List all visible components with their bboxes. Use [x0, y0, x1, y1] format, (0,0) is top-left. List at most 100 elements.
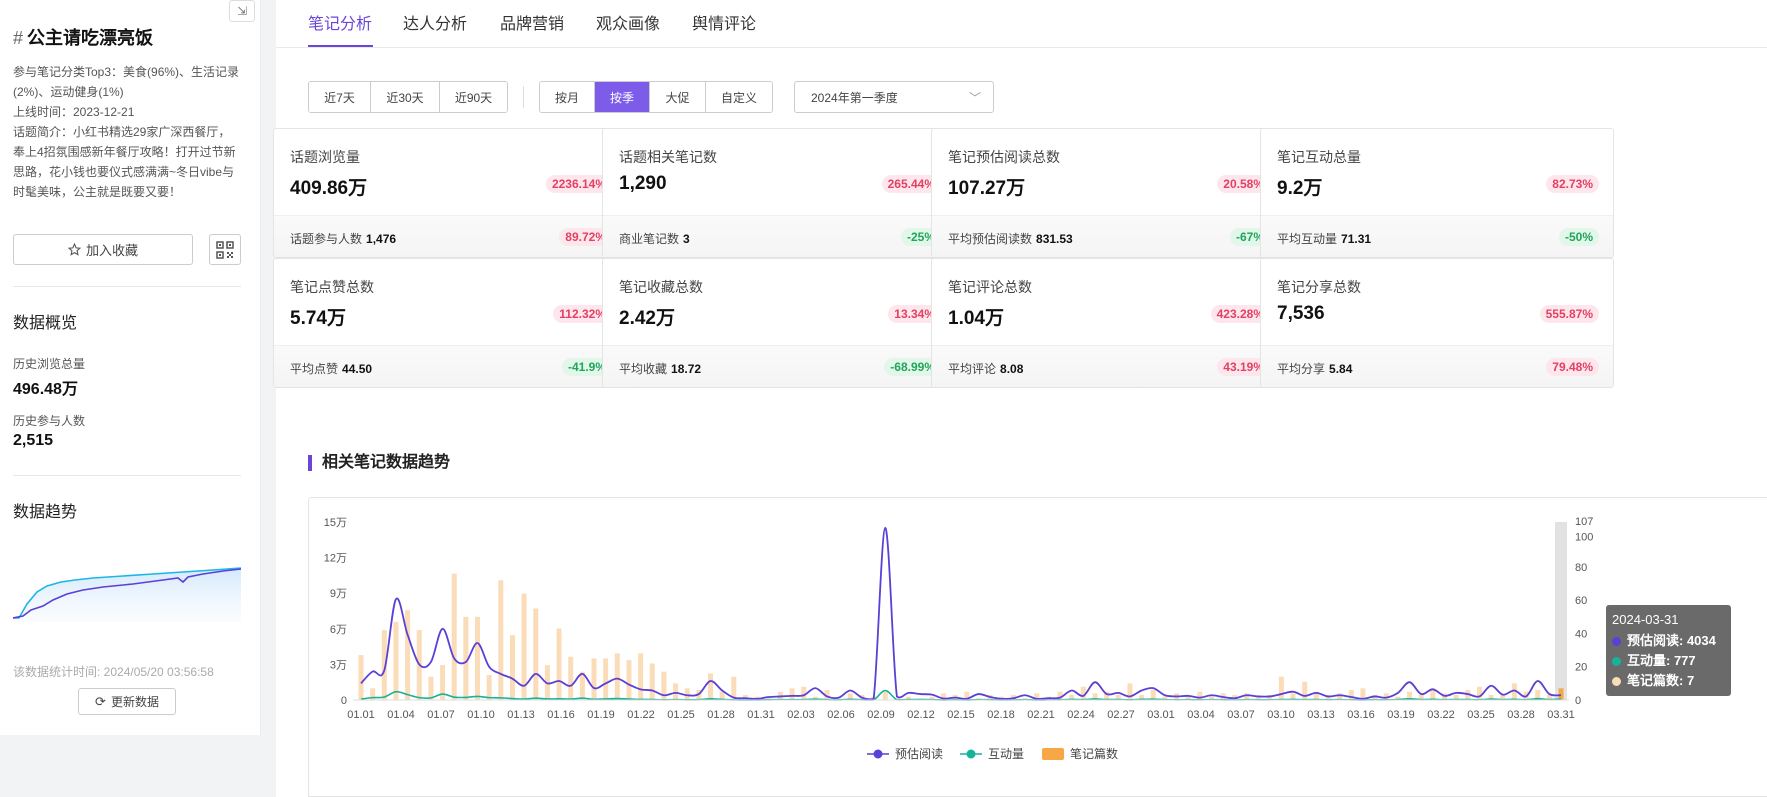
metric-sub-change-badge: -50%	[1558, 228, 1599, 246]
note-count-bar	[789, 688, 795, 700]
divider	[13, 475, 241, 476]
x-tick-label: 02.15	[947, 709, 975, 721]
metric-sub-row: 平均预估阅读数 831.53 -67%	[932, 215, 1284, 257]
metric-sub-row: 商业笔记数 3 -25%	[603, 215, 955, 257]
tooltip-interactions: 互动量: 777	[1627, 653, 1696, 668]
note-count-bar	[1197, 691, 1203, 700]
metric-sub-value: 18.72	[671, 362, 702, 376]
note-count-bar	[614, 653, 620, 700]
note-count-bar	[533, 608, 539, 700]
x-tick-label: 02.21	[1027, 709, 1055, 721]
x-tick-label: 01.25	[667, 709, 695, 721]
period-custom[interactable]: 自定义	[706, 82, 772, 112]
x-tick-label: 03.04	[1187, 709, 1215, 721]
metric-label: 笔记预估阅读总数	[948, 149, 1060, 165]
star-icon	[67, 243, 81, 256]
metric-card: 话题浏览量 409.86万 2236.14% 话题参与人数 1,476 89.72%	[273, 128, 627, 258]
y-right-tick-label: 107	[1575, 516, 1593, 528]
x-tick-label: 02.03	[787, 709, 815, 721]
metric-sub-label: 平均收藏 18.72	[619, 362, 702, 376]
metric-change-badge: 82.73%	[1546, 175, 1599, 193]
y-left-tick-label: 12万	[324, 553, 347, 565]
metric-label: 笔记分享总数	[1277, 279, 1361, 295]
collapse-button[interactable]: ⇲	[229, 0, 255, 22]
y-right-tick-label: 40	[1575, 628, 1587, 640]
metric-sub-row: 平均分享 5.84 79.48%	[1261, 345, 1613, 387]
qr-code-button[interactable]	[209, 234, 241, 265]
metric-sub-row: 平均收藏 18.72 -68.99%	[603, 345, 955, 387]
metric-sub-value: 3	[683, 232, 690, 246]
x-tick-label: 02.09	[867, 709, 895, 721]
note-count-bar	[428, 676, 434, 700]
note-count-bar	[638, 653, 644, 700]
main-panel: 笔记分析 达人分析 品牌营销 观众画像 舆情评论 近7天 近30天 近90天 按…	[273, 0, 1767, 797]
x-tick-label: 01.13	[507, 709, 535, 721]
y-left-tick-label: 0	[341, 695, 347, 707]
x-tick-label: 01.04	[387, 709, 415, 721]
range-7d[interactable]: 近7天	[309, 82, 371, 112]
legend-label: 互动量	[988, 747, 1024, 761]
note-count-bar	[498, 580, 504, 700]
metric-value: 1,290	[619, 173, 667, 194]
y-left-tick-label: 3万	[330, 659, 347, 671]
tab-bar: 笔记分析 达人分析 品牌营销 观众画像 舆情评论	[276, 0, 1767, 48]
note-count-bar	[882, 691, 888, 700]
tooltip-date: 2024-03-31	[1612, 612, 1679, 627]
legend-marker	[873, 749, 883, 759]
x-tick-label: 02.06	[827, 709, 855, 721]
metric-sub-value: 71.31	[1341, 232, 1372, 246]
metric-sub-label: 平均预估阅读数 831.53	[948, 232, 1073, 246]
notes-dot-icon	[1612, 676, 1621, 686]
collapse-icon: ⇲	[236, 4, 248, 18]
metric-change-badge: 555.87%	[1539, 305, 1599, 323]
metric-sub-value: 1,476	[366, 232, 397, 246]
tab-audience-profile[interactable]: 观众画像	[596, 10, 660, 34]
range-30d[interactable]: 近30天	[371, 82, 440, 112]
filter-separator	[523, 86, 524, 108]
period-month[interactable]: 按月	[540, 82, 595, 112]
metric-sub-label: 平均分享 5.84	[1277, 362, 1353, 376]
topic-categories: 参与笔记分类Top3：美食(96%)、生活记录(2%)、运动健身(1%)	[13, 65, 240, 99]
x-tick-label: 01.10	[467, 709, 495, 721]
tab-note-analysis[interactable]: 笔记分析	[308, 10, 372, 34]
tab-sentiment-comments[interactable]: 舆情评论	[692, 10, 756, 34]
period-quarter[interactable]: 按季	[595, 82, 650, 112]
legend-marker	[966, 749, 976, 759]
x-tick-label: 02.27	[1107, 709, 1135, 721]
metric-value: 1.04万	[948, 308, 1004, 329]
add-favorite-button[interactable]: 加入收藏	[13, 234, 193, 265]
tab-brand-marketing[interactable]: 品牌营销	[500, 10, 564, 34]
note-count-bar	[708, 673, 714, 700]
history-views-label: 历史浏览总量	[13, 357, 86, 371]
range-90d[interactable]: 近90天	[440, 82, 507, 112]
metric-value: 9.2万	[1277, 178, 1323, 199]
range-selector: 近7天 近30天 近90天	[308, 81, 508, 113]
x-tick-label: 03.07	[1227, 709, 1255, 721]
topic-title: # 公主请吃漂亮饭	[13, 28, 154, 48]
x-tick-label: 03.16	[1347, 709, 1375, 721]
metric-value: 409.86万	[290, 178, 368, 199]
metric-value: 7,536	[1277, 303, 1325, 324]
x-tick-label: 03.19	[1387, 709, 1415, 721]
tab-kol-analysis[interactable]: 达人分析	[403, 10, 467, 34]
quarter-select[interactable]: 2024年第一季度 ﹀	[794, 81, 994, 113]
metric-label: 话题相关笔记数	[619, 149, 717, 165]
x-tick-label: 02.18	[987, 709, 1015, 721]
divider	[13, 286, 241, 287]
metric-label: 笔记评论总数	[948, 279, 1032, 295]
y-right-tick-label: 80	[1575, 562, 1587, 574]
legend-label: 笔记篇数	[1070, 746, 1118, 761]
x-tick-label: 03.10	[1267, 709, 1295, 721]
refresh-icon: ⟳	[95, 693, 106, 709]
note-count-bar	[451, 573, 457, 700]
period-promo[interactable]: 大促	[650, 82, 706, 112]
note-count-bar	[626, 660, 632, 700]
x-tick-label: 01.16	[547, 709, 575, 721]
metric-sub-row: 话题参与人数 1,476 89.72%	[274, 215, 626, 257]
active-tab-indicator	[308, 45, 373, 47]
note-count-bar	[358, 655, 364, 700]
refresh-data-button[interactable]: ⟳ 更新数据	[78, 688, 176, 715]
history-views-value: 496.48万	[13, 381, 78, 398]
y-left-tick-label: 15万	[324, 517, 347, 529]
y-right-tick-label: 100	[1575, 532, 1593, 544]
